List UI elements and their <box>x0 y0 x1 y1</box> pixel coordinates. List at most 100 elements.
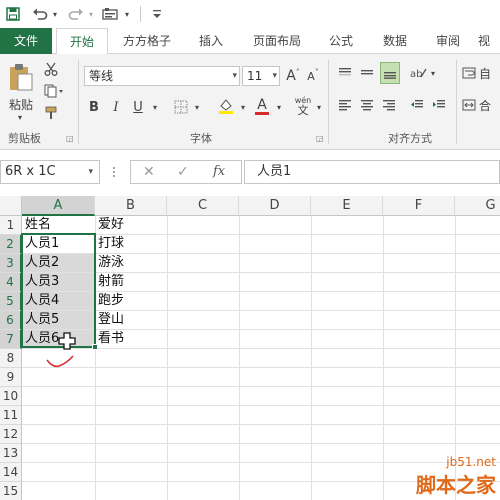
phonetic-dropdown-icon[interactable]: ▾ <box>314 100 324 114</box>
tab-formulas[interactable]: 公式 <box>318 28 364 54</box>
cell-a1[interactable]: 姓名 <box>22 216 95 234</box>
row-header-4[interactable]: 4 <box>0 273 22 292</box>
worksheet-grid[interactable]: A B C D E F G 1 2 3 4 5 6 7 8 9 10 11 12… <box>0 196 500 500</box>
save-icon[interactable] <box>4 4 22 24</box>
column-header-a[interactable]: A <box>22 196 95 216</box>
align-bottom-icon[interactable] <box>380 62 400 84</box>
row-header-10[interactable]: 10 <box>0 387 22 406</box>
align-middle-icon[interactable] <box>358 64 376 82</box>
align-top-icon[interactable] <box>336 64 354 82</box>
paste-button[interactable]: 粘贴 <box>4 96 38 112</box>
underline-dropdown-icon[interactable]: ▾ <box>150 100 160 114</box>
column-header-d[interactable]: D <box>239 196 311 216</box>
cancel-icon[interactable]: ✕ <box>143 164 155 180</box>
row-header-12[interactable]: 12 <box>0 425 22 444</box>
fill-handle[interactable] <box>92 344 98 350</box>
tab-data[interactable]: 数据 <box>370 28 420 54</box>
column-header-g[interactable]: G <box>455 196 500 216</box>
redo-dropdown-icon[interactable]: ▾ <box>86 4 96 24</box>
align-left-icon[interactable] <box>336 96 354 114</box>
phonetic-char: 文 <box>297 103 309 117</box>
phonetic-button[interactable]: wén 文 <box>292 94 314 118</box>
row-header-7[interactable]: 7 <box>0 330 22 349</box>
italic-button[interactable]: I <box>108 98 124 116</box>
tab-view[interactable]: 视 <box>478 28 500 54</box>
cell-b5[interactable]: 跑步 <box>95 292 167 310</box>
cell-b1[interactable]: 爱好 <box>95 216 167 234</box>
row-header-11[interactable]: 11 <box>0 406 22 425</box>
group-separator <box>328 60 329 144</box>
font-color-dropdown-icon[interactable]: ▾ <box>274 100 284 114</box>
tab-review[interactable]: 审阅 <box>424 28 472 54</box>
font-name-select[interactable]: 等线 ▾ <box>84 66 240 86</box>
form-dropdown-icon[interactable]: ▾ <box>122 4 132 24</box>
fill-color-dropdown-icon[interactable]: ▾ <box>238 100 248 114</box>
font-launcher-icon[interactable]: ◲ <box>316 134 324 143</box>
tab-insert[interactable]: 插入 <box>186 28 236 54</box>
font-size-select[interactable]: 11 ▾ <box>242 66 280 86</box>
increase-indent-icon[interactable] <box>430 96 448 114</box>
fill-color-icon[interactable] <box>216 96 236 116</box>
tab-fangfang[interactable]: 方方格子 <box>112 28 182 54</box>
row-header-6[interactable]: 6 <box>0 311 22 330</box>
undo-icon[interactable] <box>30 4 50 24</box>
orientation-dropdown-icon[interactable]: ▾ <box>428 66 438 80</box>
font-color-button[interactable]: A <box>252 96 272 116</box>
column-header-e[interactable]: E <box>311 196 383 216</box>
clipboard-launcher-icon[interactable]: ◲ <box>66 134 74 143</box>
decrease-indent-icon[interactable] <box>408 96 426 114</box>
align-right-icon[interactable] <box>380 96 398 114</box>
undo-dropdown-icon[interactable]: ▾ <box>50 4 60 24</box>
row-header-1[interactable]: 1 <box>0 216 22 235</box>
paste-icon[interactable] <box>6 60 36 94</box>
column-header-c[interactable]: C <box>167 196 239 216</box>
underline-label: U <box>133 99 143 115</box>
form-icon[interactable] <box>100 4 122 24</box>
crosshair-cursor-icon <box>58 332 76 353</box>
redo-icon[interactable] <box>66 4 86 24</box>
wrap-text-button[interactable]: 自 <box>462 64 500 82</box>
tab-home[interactable]: 开始 <box>56 28 108 55</box>
row-header-9[interactable]: 9 <box>0 368 22 387</box>
column-header-b[interactable]: B <box>95 196 167 216</box>
row-header-5[interactable]: 5 <box>0 292 22 311</box>
cell-b2[interactable]: 打球 <box>95 235 167 253</box>
bold-button[interactable]: B <box>86 98 102 116</box>
row-header-15[interactable]: 15 <box>0 482 22 500</box>
borders-dropdown-icon[interactable]: ▾ <box>192 100 202 114</box>
underline-button[interactable]: U <box>130 98 146 116</box>
alignment-group-label: 对齐方式 <box>388 132 432 145</box>
orientation-icon[interactable]: ab <box>408 62 428 84</box>
row-header-3[interactable]: 3 <box>0 254 22 273</box>
customize-toolbar-icon[interactable] <box>150 4 164 24</box>
align-center-icon[interactable] <box>358 96 376 114</box>
insert-function-icon[interactable]: fx <box>213 164 225 179</box>
row-header-13[interactable]: 13 <box>0 444 22 463</box>
tab-page-layout[interactable]: 页面布局 <box>242 28 312 54</box>
formula-bar-grip-icon[interactable] <box>112 164 116 180</box>
shrink-font-button[interactable]: A ˅ <box>304 66 322 86</box>
grow-font-button[interactable]: A ˄ <box>284 66 302 86</box>
column-header-f[interactable]: F <box>383 196 455 216</box>
toolbar-separator <box>140 6 141 22</box>
select-all-corner[interactable] <box>0 196 22 216</box>
row-header-2[interactable]: 2 <box>0 235 22 254</box>
row-header-14[interactable]: 14 <box>0 463 22 482</box>
cut-icon[interactable] <box>42 60 60 78</box>
cell-b7[interactable]: 看书 <box>95 330 167 348</box>
tab-file[interactable]: 文件 <box>0 28 52 54</box>
paste-dropdown-icon[interactable]: ▾ <box>14 112 26 122</box>
borders-icon[interactable] <box>172 98 190 116</box>
formula-input[interactable]: 人员1 <box>244 160 500 184</box>
format-painter-icon[interactable] <box>42 104 60 122</box>
cell-b3[interactable]: 游泳 <box>95 254 167 272</box>
merge-center-button[interactable]: 合 <box>462 96 500 114</box>
copy-icon[interactable] <box>42 82 66 100</box>
cell-b4[interactable]: 射箭 <box>95 273 167 291</box>
enter-icon[interactable]: ✓ <box>177 164 189 180</box>
name-box[interactable]: 6R x 1C ▾ <box>0 160 100 184</box>
chevron-down-icon: ▾ <box>88 167 93 177</box>
cell-b6[interactable]: 登山 <box>95 311 167 329</box>
shrink-font-label: A <box>307 69 315 83</box>
row-header-8[interactable]: 8 <box>0 349 22 368</box>
